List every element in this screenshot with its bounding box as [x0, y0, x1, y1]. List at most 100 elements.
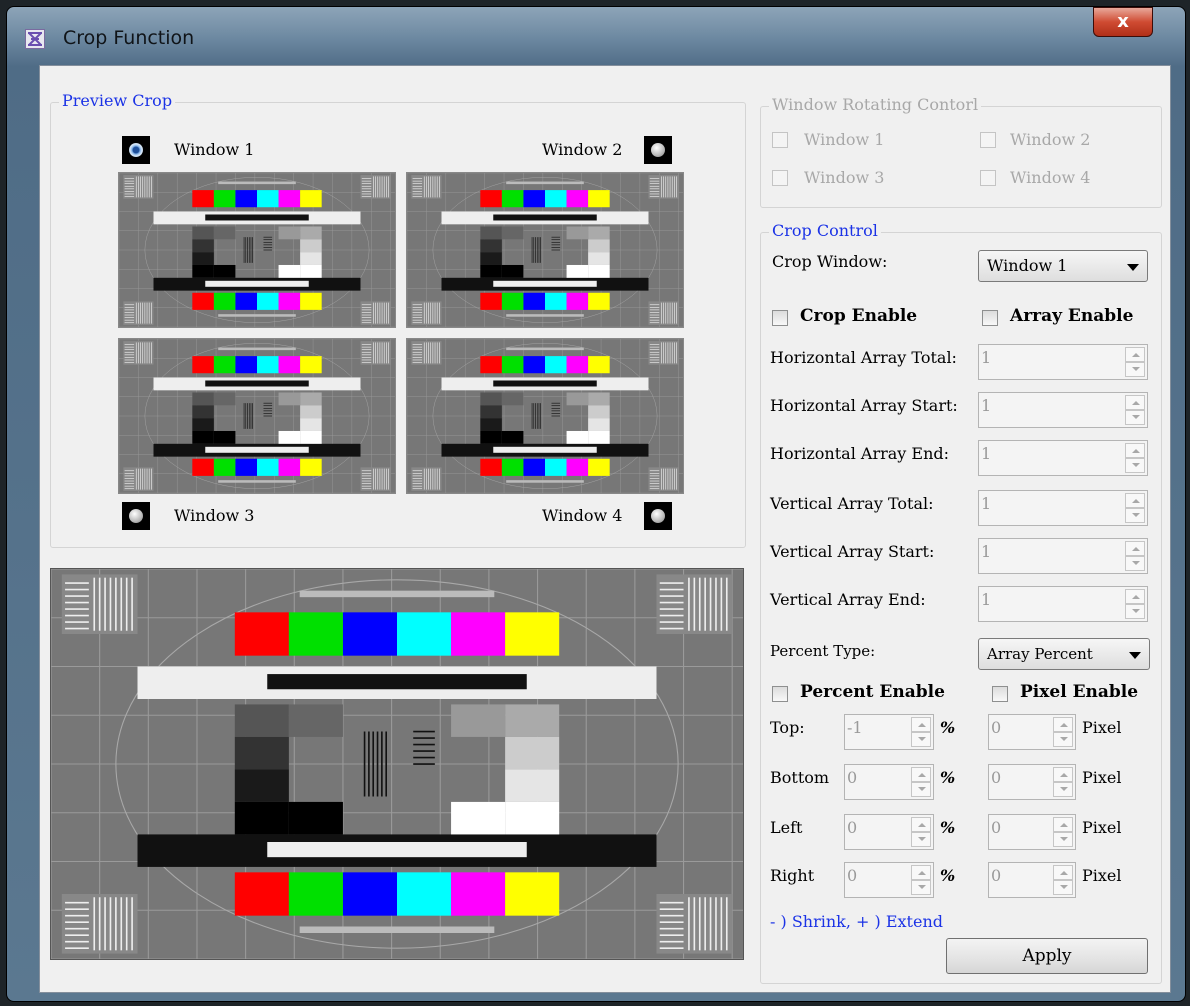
- bottom-percent-spinbox[interactable]: 0: [844, 764, 934, 800]
- array-enable-checkbox[interactable]: [982, 310, 998, 326]
- horizontal-array-start-label: Horizontal Array Start:: [770, 396, 958, 415]
- spin-buttons: [1125, 395, 1145, 425]
- crop-function-window: Crop Function x Preview Crop Window 1 Wi…: [6, 6, 1186, 1002]
- spin-down-icon[interactable]: [1125, 410, 1145, 425]
- rotate-window-3-checkbox[interactable]: [772, 170, 788, 186]
- spin-down-icon[interactable]: [1053, 832, 1073, 847]
- spin-down-icon[interactable]: [911, 782, 931, 797]
- percent-type-value: Array Percent: [987, 645, 1093, 663]
- rotate-window-3-label: Window 3: [804, 168, 885, 187]
- vertical-array-total-spinbox[interactable]: 1: [978, 490, 1148, 526]
- spin-up-icon[interactable]: [911, 767, 931, 782]
- window-2-radio[interactable]: [644, 136, 672, 164]
- spin-down-icon[interactable]: [911, 732, 931, 747]
- horizontal-array-start-spinbox[interactable]: 1: [978, 392, 1148, 428]
- spin-down-icon[interactable]: [911, 880, 931, 895]
- vertical-array-end-label: Vertical Array End:: [770, 590, 926, 609]
- spin-up-icon[interactable]: [1125, 541, 1145, 556]
- window-title: Crop Function: [63, 27, 195, 49]
- spin-up-icon[interactable]: [1125, 589, 1145, 604]
- window-3-radio[interactable]: [122, 502, 150, 530]
- spin-down-icon[interactable]: [1125, 604, 1145, 619]
- spin-up-icon[interactable]: [911, 717, 931, 732]
- horizontal-array-end-spinbox[interactable]: 1: [978, 440, 1148, 476]
- right-pixel-spinbox[interactable]: 0: [988, 862, 1076, 898]
- spin-up-icon[interactable]: [1125, 493, 1145, 508]
- bottom-pixel-value: 0: [991, 768, 1002, 787]
- vertical-array-start-spinbox[interactable]: 1: [978, 538, 1148, 574]
- preview-window-1[interactable]: [118, 172, 396, 328]
- preview-window-3[interactable]: [118, 338, 396, 494]
- rotate-window-1-checkbox[interactable]: [772, 132, 788, 148]
- window-4-radio[interactable]: [644, 502, 672, 530]
- percent-enable-checkbox[interactable]: [772, 686, 788, 702]
- apply-button[interactable]: Apply: [946, 938, 1148, 974]
- spin-buttons: [1125, 493, 1145, 523]
- spin-down-icon[interactable]: [1125, 508, 1145, 523]
- left-percent-spinbox[interactable]: 0: [844, 814, 934, 850]
- rotate-window-4-checkbox[interactable]: [980, 170, 996, 186]
- spin-down-icon[interactable]: [1053, 782, 1073, 797]
- crop-window-label: Crop Window:: [772, 252, 888, 271]
- large-crop-preview[interactable]: [50, 568, 744, 960]
- spin-buttons: [1125, 443, 1145, 473]
- spin-up-icon[interactable]: [1125, 347, 1145, 362]
- horizontal-array-total-spinbox[interactable]: 1: [978, 344, 1148, 380]
- crop-enable-checkbox[interactable]: [772, 310, 788, 326]
- spin-up-icon[interactable]: [911, 865, 931, 880]
- shrink-extend-hint: - ) Shrink, + ) Extend: [770, 912, 943, 931]
- bottom-pixel-unit: Pixel: [1082, 768, 1122, 787]
- spin-up-icon[interactable]: [1053, 717, 1073, 732]
- vertical-array-start-value: 1: [981, 542, 992, 561]
- spin-buttons: [1053, 817, 1073, 847]
- bottom-percent-unit: %: [940, 768, 956, 787]
- bottom-pixel-spinbox[interactable]: 0: [988, 764, 1076, 800]
- percent-type-label: Percent Type:: [770, 642, 876, 660]
- top-percent-spinbox[interactable]: -1: [844, 714, 934, 750]
- spin-buttons: [1125, 541, 1145, 571]
- rotate-window-4-label: Window 4: [1010, 168, 1091, 187]
- window-4-label: Window 4: [542, 506, 623, 525]
- right-percent-value: 0: [847, 866, 858, 885]
- test-pattern-image: [51, 569, 743, 959]
- spin-down-icon[interactable]: [1125, 556, 1145, 571]
- bottom-percent-value: 0: [847, 768, 858, 787]
- spin-up-icon[interactable]: [1053, 817, 1073, 832]
- spin-down-icon[interactable]: [1125, 458, 1145, 473]
- spin-down-icon[interactable]: [1125, 362, 1145, 377]
- percent-type-select[interactable]: Array Percent: [978, 638, 1150, 670]
- pixel-enable-checkbox[interactable]: [992, 686, 1008, 702]
- window-3-label: Window 3: [174, 506, 255, 525]
- preview-crop-title: Preview Crop: [59, 91, 176, 110]
- spin-buttons: [1125, 589, 1145, 619]
- spin-up-icon[interactable]: [1125, 443, 1145, 458]
- spin-up-icon[interactable]: [1053, 865, 1073, 880]
- preview-window-2[interactable]: [406, 172, 684, 328]
- right-percent-unit: %: [940, 866, 956, 885]
- top-pixel-spinbox[interactable]: 0: [988, 714, 1076, 750]
- right-percent-spinbox[interactable]: 0: [844, 862, 934, 898]
- rotate-window-2-checkbox[interactable]: [980, 132, 996, 148]
- spin-down-icon[interactable]: [1053, 732, 1073, 747]
- preview-window-4[interactable]: [406, 338, 684, 494]
- spin-down-icon[interactable]: [1053, 880, 1073, 895]
- left-pixel-spinbox[interactable]: 0: [988, 814, 1076, 850]
- vertical-array-end-spinbox[interactable]: 1: [978, 586, 1148, 622]
- spin-up-icon[interactable]: [911, 817, 931, 832]
- vertical-array-start-label: Vertical Array Start:: [770, 542, 935, 561]
- percent-enable-label: Percent Enable: [800, 682, 945, 702]
- spin-buttons: [911, 767, 931, 797]
- top-pixel-unit: Pixel: [1082, 718, 1122, 737]
- spin-buttons: [911, 717, 931, 747]
- vertical-array-total-label: Vertical Array Total:: [770, 494, 934, 513]
- close-button[interactable]: x: [1093, 7, 1153, 37]
- window-rotating-group: Window Rotating Contorl: [760, 95, 1162, 208]
- top-pixel-value: 0: [991, 718, 1002, 737]
- spin-down-icon[interactable]: [911, 832, 931, 847]
- crop-window-select[interactable]: Window 1: [978, 250, 1148, 282]
- spin-up-icon[interactable]: [1125, 395, 1145, 410]
- window-1-radio[interactable]: [122, 136, 150, 164]
- title-bar[interactable]: Crop Function x: [7, 7, 1185, 63]
- spin-up-icon[interactable]: [1053, 767, 1073, 782]
- left-pixel-unit: Pixel: [1082, 818, 1122, 837]
